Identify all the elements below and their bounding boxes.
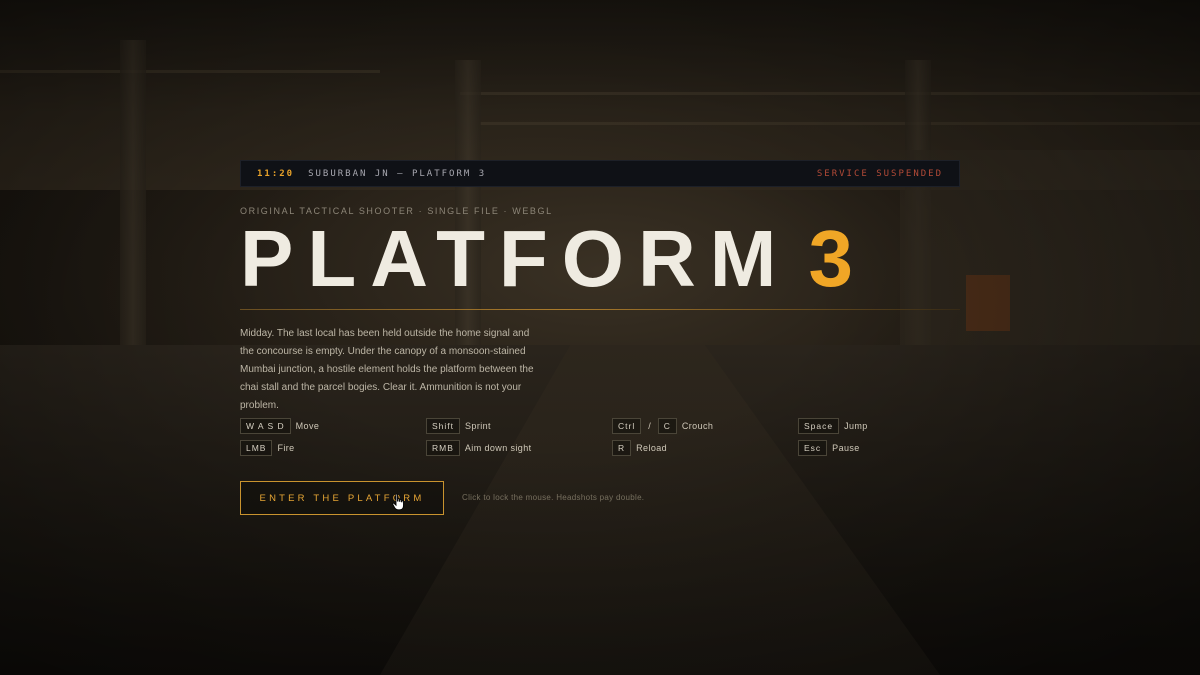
mission-briefing: Midday. The last local has been held out… bbox=[240, 328, 534, 411]
enter-platform-button[interactable]: ENTER THE PLATFORM bbox=[240, 481, 444, 515]
control-action: Aim down sight bbox=[464, 443, 532, 453]
key-cap: Shift bbox=[426, 418, 461, 434]
key-cap: W A S D bbox=[240, 418, 291, 434]
status-ticker: 11:20 SUBURBAN JN — PLATFORM 3 SERVICE S… bbox=[240, 160, 960, 187]
control-sprint: Shift Sprint bbox=[426, 418, 612, 434]
title-number: 3 bbox=[808, 214, 867, 303]
station-backdrop bbox=[0, 0, 1200, 675]
control-pause: Esc Pause bbox=[798, 440, 960, 456]
clock-time: 11:20 bbox=[257, 168, 295, 179]
hand-pointer-icon bbox=[392, 493, 404, 511]
control-action: Pause bbox=[832, 443, 860, 453]
title-divider bbox=[240, 309, 960, 310]
control-action: Crouch bbox=[681, 421, 714, 431]
game-title: PLATFORM 3 bbox=[240, 219, 867, 299]
key-cap: RMB bbox=[426, 440, 460, 456]
control-aim: RMB Aim down sight bbox=[426, 440, 612, 456]
title-main: PLATFORM bbox=[240, 214, 791, 303]
control-action: Reload bbox=[636, 443, 668, 453]
service-status: SERVICE SUSPENDED bbox=[816, 168, 943, 179]
pointer-lock-hint: Click to lock the mouse. Headshots pay d… bbox=[462, 493, 645, 502]
control-action: Jump bbox=[844, 421, 868, 431]
control-crouch: Ctrl / C Crouch bbox=[612, 418, 798, 434]
control-reload: R Reload bbox=[612, 440, 798, 456]
vignette-overlay bbox=[0, 0, 1200, 675]
control-jump: Space Jump bbox=[798, 418, 960, 434]
key-separator: / bbox=[648, 421, 651, 431]
control-action: Sprint bbox=[465, 421, 491, 431]
key-cap: R bbox=[612, 440, 632, 456]
controls-legend: W A S D Move Shift Sprint Ctrl / C Crouc… bbox=[240, 418, 960, 456]
key-cap: C bbox=[657, 418, 677, 434]
key-cap: Ctrl bbox=[612, 418, 642, 434]
control-action: Fire bbox=[277, 443, 295, 453]
control-action: Move bbox=[295, 421, 320, 431]
key-cap: LMB bbox=[240, 440, 273, 456]
key-cap: Space bbox=[798, 418, 840, 434]
station-name: SUBURBAN JN — PLATFORM 3 bbox=[308, 168, 487, 179]
control-fire: LMB Fire bbox=[240, 440, 426, 456]
key-cap: Esc bbox=[798, 440, 828, 456]
control-move: W A S D Move bbox=[240, 418, 426, 434]
